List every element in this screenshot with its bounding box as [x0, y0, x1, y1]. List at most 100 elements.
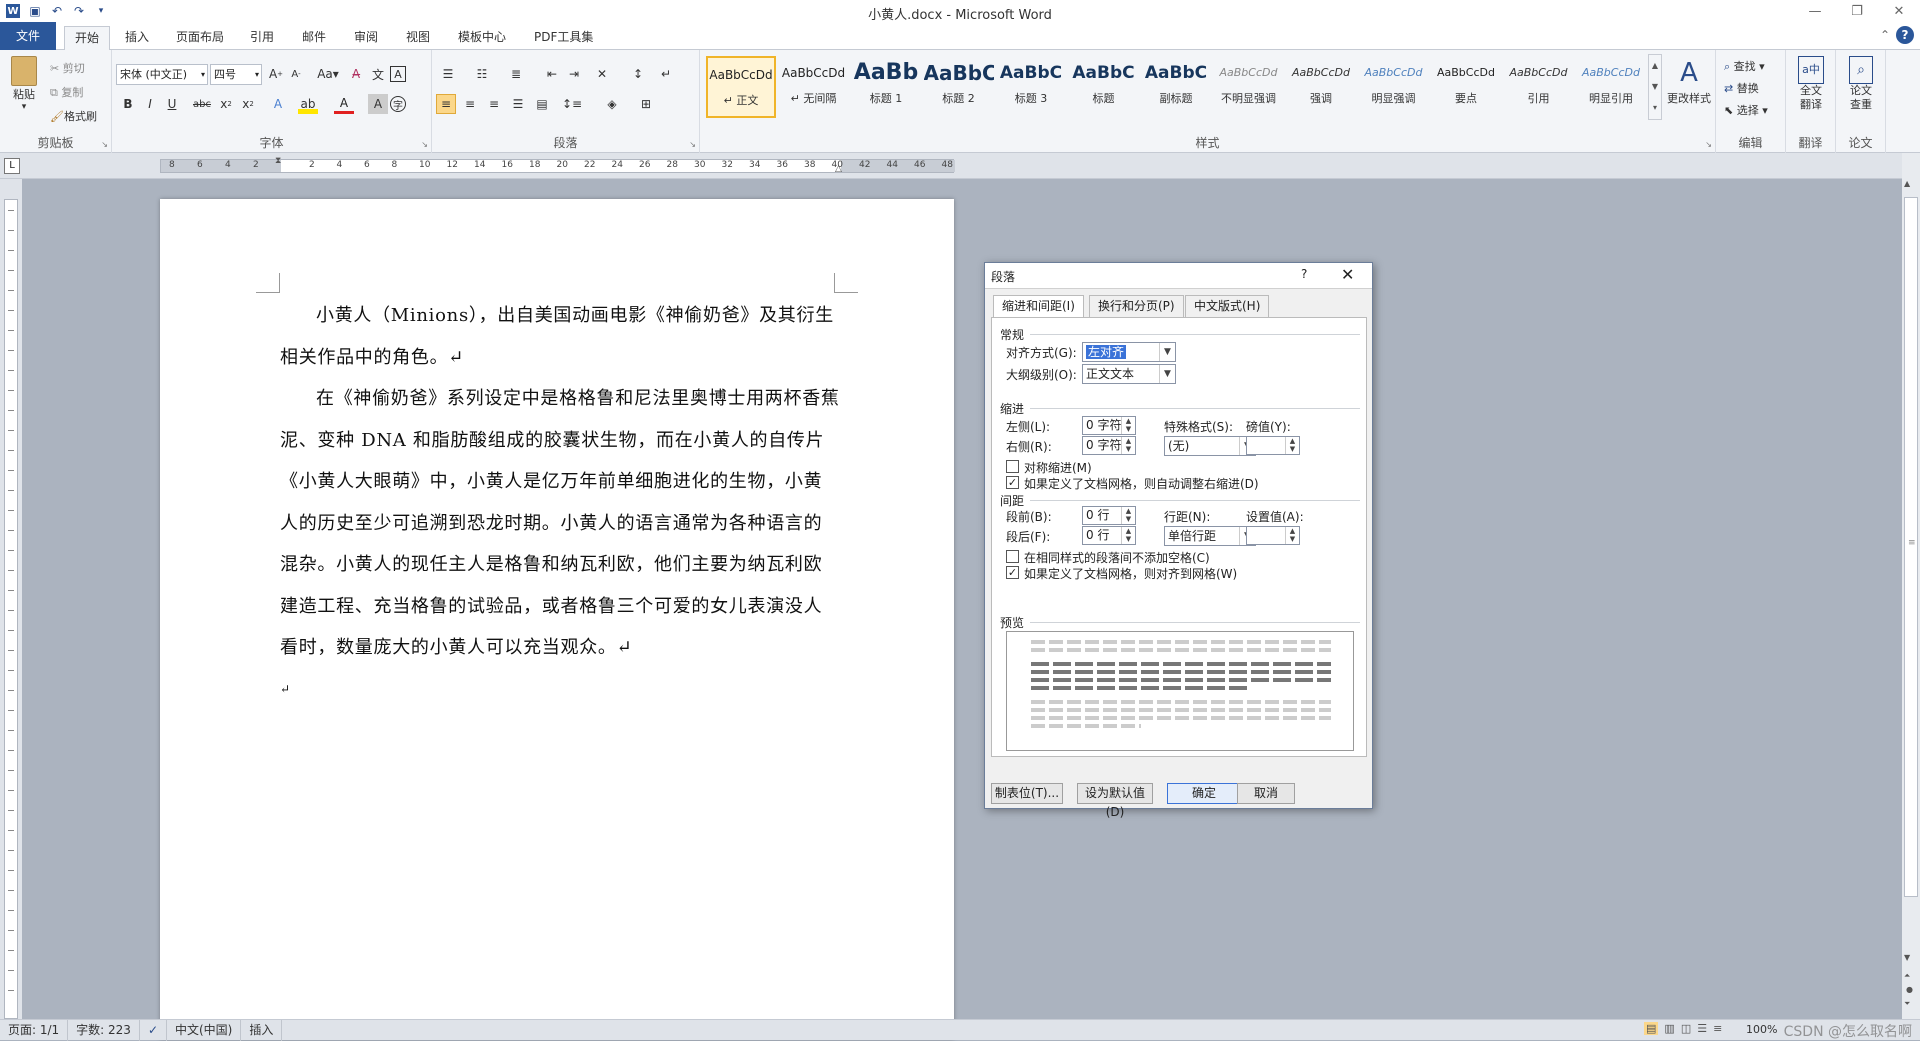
- style-item[interactable]: AaBbCcDd ↵ 无间隔: [779, 56, 849, 118]
- prev-page-icon[interactable]: ⏶: [1904, 971, 1910, 981]
- char-border-icon[interactable]: A: [390, 66, 406, 82]
- horizontal-ruler[interactable]: 8 6 4 2 2 4 6 8 10 12 14 16 18 20 22 24 26 28 30 32 34 36 38 40…: [160, 156, 955, 174]
- scroll-thumb[interactable]: ≡: [1904, 197, 1918, 897]
- line-spacing-select[interactable]: 单倍行距▼: [1164, 526, 1256, 546]
- borders-icon[interactable]: ⊞: [636, 94, 656, 114]
- indent-marker-icon[interactable]: ⧗: [275, 156, 281, 166]
- highlight-icon[interactable]: ab: [298, 94, 318, 114]
- multilevel-list-icon[interactable]: ≣: [506, 64, 526, 84]
- style-item[interactable]: AaBbC 标题 2: [924, 56, 994, 118]
- decrease-indent-icon[interactable]: ⇤: [542, 64, 562, 84]
- chinese-layout-icon[interactable]: ✕: [592, 64, 612, 84]
- dialog-tab-line-page-breaks[interactable]: 换行和分页(P): [1089, 295, 1184, 317]
- web-layout-icon[interactable]: ◫: [1681, 1022, 1691, 1035]
- bold-icon[interactable]: B: [118, 94, 138, 114]
- strikethrough-icon[interactable]: abc: [192, 94, 212, 114]
- justify-icon[interactable]: ☰: [508, 94, 528, 114]
- bullets-icon[interactable]: ☰: [438, 64, 458, 84]
- style-item[interactable]: AaBbCcDd 不明显强调: [1214, 56, 1284, 118]
- style-item[interactable]: AaBbCcDd ↵ 正文: [706, 56, 776, 118]
- paper-check-button[interactable]: ⌕ 论文查重: [1841, 56, 1881, 112]
- snap-grid-checkbox[interactable]: ✓: [1006, 566, 1019, 579]
- tab-template-center[interactable]: 模板中心: [448, 26, 516, 50]
- format-painter-button[interactable]: 🖌格式刷: [50, 108, 97, 124]
- word-count[interactable]: 字数: 223: [68, 1019, 140, 1041]
- tab-review[interactable]: 审阅: [344, 26, 388, 50]
- style-item[interactable]: AaBbCcDd 明显强调: [1359, 56, 1429, 118]
- font-size-combo[interactable]: 四号 ▾: [210, 64, 262, 85]
- line-spacing-icon[interactable]: ↕≡: [562, 94, 582, 114]
- right-indent-marker-icon[interactable]: △: [835, 164, 842, 174]
- proofing-icon[interactable]: ✓: [140, 1019, 167, 1041]
- char-shading-icon[interactable]: A: [368, 94, 388, 114]
- style-item[interactable]: AaBbC 副标题: [1141, 56, 1211, 118]
- alignment-select[interactable]: 左对齐 ▼: [1082, 342, 1176, 362]
- full-screen-icon[interactable]: ▥: [1664, 1022, 1674, 1035]
- show-marks-icon[interactable]: ↵: [656, 64, 676, 84]
- shading-icon[interactable]: ◈: [602, 94, 622, 114]
- paragraph-1[interactable]: 小黄人（Minions），出自美国动画电影《神偷奶爸》及其衍生相关作品中的角色。…: [280, 295, 840, 378]
- style-item[interactable]: AaBbCcDd 引用: [1504, 56, 1574, 118]
- print-layout-icon[interactable]: ▤: [1644, 1022, 1659, 1035]
- at-value-spinner[interactable]: ▲ ▼: [1246, 526, 1300, 545]
- align-center-icon[interactable]: ≡: [460, 94, 480, 114]
- cancel-button[interactable]: 取消: [1237, 783, 1295, 804]
- shrink-font-icon[interactable]: A-: [286, 64, 306, 84]
- tab-references[interactable]: 引用: [240, 26, 284, 50]
- scroll-down-icon[interactable]: ▼: [1904, 953, 1910, 962]
- space-before-spinner[interactable]: 0 行 ▲ ▼: [1082, 506, 1136, 525]
- customize-qat-icon[interactable]: ▾: [91, 2, 111, 20]
- dialog-launcher-icon[interactable]: ↘: [421, 140, 428, 149]
- minimize-icon[interactable]: —: [1794, 0, 1836, 22]
- style-item[interactable]: AaBbCcDd 明显引用: [1576, 56, 1646, 118]
- dialog-tab-asian-typography[interactable]: 中文版式(H): [1185, 295, 1270, 317]
- document-page[interactable]: 小黄人（Minions），出自美国动画电影《神偷奶爸》及其衍生相关作品中的角色。…: [160, 199, 954, 1039]
- outline-level-select[interactable]: 正文文本 ▼: [1082, 364, 1176, 384]
- italic-icon[interactable]: I: [140, 94, 160, 114]
- insert-mode[interactable]: 插入: [241, 1019, 283, 1041]
- full-translate-button[interactable]: a中 全文翻译: [1791, 56, 1831, 112]
- close-icon[interactable]: ✕: [1878, 0, 1920, 22]
- left-indent-spinner[interactable]: 0 字符 ▲ ▼: [1082, 416, 1136, 435]
- distributed-icon[interactable]: ▤: [532, 94, 552, 114]
- auto-indent-checkbox[interactable]: ✓: [1006, 476, 1019, 489]
- paste-dropdown-icon[interactable]: ▾: [6, 102, 42, 112]
- cut-button[interactable]: ✂ 剪切: [50, 60, 85, 76]
- subscript-icon[interactable]: x2: [216, 94, 236, 114]
- select-button[interactable]: ⬉ 选择 ▾: [1724, 102, 1768, 118]
- restore-icon[interactable]: ❐: [1836, 0, 1878, 22]
- increase-indent-icon[interactable]: ⇥: [564, 64, 584, 84]
- scroll-up-icon[interactable]: ▲: [1904, 179, 1910, 188]
- tabs-button[interactable]: 制表位(T)...: [991, 783, 1063, 804]
- by-value-spinner[interactable]: ▲ ▼: [1246, 436, 1300, 455]
- font-color-icon[interactable]: A: [334, 94, 354, 114]
- underline-icon[interactable]: U: [162, 94, 182, 114]
- save-icon[interactable]: ▣: [25, 2, 45, 20]
- paragraph-2[interactable]: 在《神偷奶爸》系列设定中是格格鲁和尼法里奥博士用两杯香蕉泥、变种 DNA 和脂肪…: [280, 378, 840, 669]
- tab-page-layout[interactable]: 页面布局: [166, 26, 234, 50]
- tab-file[interactable]: 文件: [0, 22, 57, 50]
- dialog-launcher-icon[interactable]: ↘: [101, 140, 108, 149]
- tab-home[interactable]: 开始: [64, 26, 111, 51]
- dialog-launcher-icon[interactable]: ↘: [1705, 140, 1712, 149]
- dialog-launcher-icon[interactable]: ↘: [689, 140, 696, 149]
- special-format-select[interactable]: (无)▼: [1164, 436, 1256, 456]
- font-name-combo[interactable]: 宋体 (中文正) ▾: [116, 64, 208, 85]
- paste-button[interactable]: 粘贴 ▾: [6, 56, 42, 112]
- enclose-char-icon[interactable]: 字: [390, 96, 406, 112]
- change-styles-button[interactable]: A 更改样式: [1662, 56, 1716, 106]
- style-item[interactable]: AaBb 标题 1: [851, 56, 921, 118]
- no-space-checkbox[interactable]: [1006, 550, 1019, 563]
- space-after-spinner[interactable]: 0 行 ▲ ▼: [1082, 526, 1136, 545]
- replace-button[interactable]: ⇄ 替换: [1724, 80, 1759, 96]
- grow-font-icon[interactable]: A +: [266, 64, 286, 84]
- tab-view[interactable]: 视图: [396, 26, 440, 50]
- next-page-icon[interactable]: ⏷: [1904, 999, 1910, 1009]
- pinyin-icon[interactable]: 文: [368, 64, 388, 84]
- style-item[interactable]: AaBbCcDd 要点: [1431, 56, 1501, 118]
- help-icon[interactable]: ?: [1896, 26, 1914, 44]
- tab-mailings[interactable]: 邮件: [292, 26, 336, 50]
- tab-pdf-tools[interactable]: PDF工具集: [524, 26, 603, 50]
- mirror-indent-checkbox[interactable]: [1006, 460, 1019, 473]
- style-item[interactable]: AaBbC 标题: [1069, 56, 1139, 118]
